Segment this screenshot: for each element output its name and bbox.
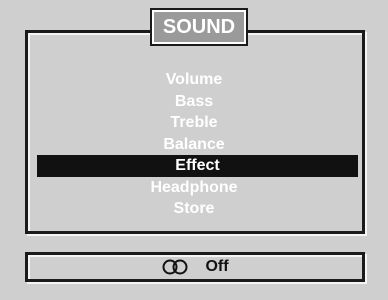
menu-item-treble[interactable]: Treble	[0, 112, 388, 134]
status-value: Off	[205, 258, 229, 275]
status-bar: Off	[25, 252, 365, 282]
menu-list: Volume Bass Treble Balance Effect Headph…	[0, 69, 388, 220]
page-title: SOUND	[162, 15, 236, 38]
menu-item-effect[interactable]: Effect	[37, 155, 358, 177]
title-tab: SOUND	[150, 8, 248, 46]
menu-item-headphone[interactable]: Headphone	[0, 177, 388, 199]
menu-item-bass[interactable]: Bass	[0, 91, 388, 113]
menu-item-store[interactable]: Store	[0, 198, 388, 220]
menu-item-balance[interactable]: Balance	[0, 134, 388, 156]
stereo-rings-icon	[162, 259, 188, 275]
menu-item-volume[interactable]: Volume	[0, 69, 388, 91]
